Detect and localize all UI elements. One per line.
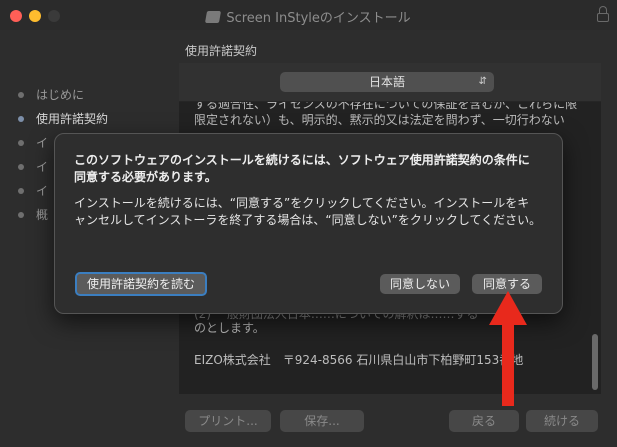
- step-dot-icon: [18, 212, 24, 218]
- agreement-dialog: このソフトウェアのインストールを続けるには、ソフトウェア使用許諾契約の条件に 同…: [54, 133, 563, 314]
- language-select-value: 日本語: [368, 75, 405, 89]
- step-introduction: はじめに: [18, 86, 108, 110]
- step-license: 使用許諾契約: [18, 110, 108, 134]
- window-title-container: Screen InStyleのインストール: [0, 7, 617, 26]
- step-label: 使用許諾契約: [36, 112, 109, 126]
- language-bar: 日本語 ⇵: [179, 63, 601, 102]
- step-dot-icon: [18, 140, 24, 146]
- arrow-up-icon: [489, 291, 527, 406]
- step-label: イ: [36, 160, 49, 174]
- chevron-updown-icon: ⇵: [478, 76, 487, 87]
- step-label: イ: [36, 136, 49, 150]
- step-dot-icon: [18, 164, 24, 170]
- continue-button[interactable]: 続ける: [526, 410, 598, 432]
- read-license-button[interactable]: 使用許諾契約を読む: [75, 272, 207, 296]
- back-button[interactable]: 戻る: [449, 410, 519, 432]
- dialog-heading-line: 同意する必要があります。: [74, 170, 217, 184]
- save-button[interactable]: 保存...: [280, 410, 364, 432]
- step-dot-icon: [18, 92, 24, 98]
- window-title: Screen InStyleのインストール: [226, 11, 411, 26]
- disagree-button[interactable]: 同意しない: [380, 274, 460, 294]
- step-dot-icon: [18, 116, 24, 122]
- red-arrow-annotation: [489, 291, 527, 406]
- step-label: イ: [36, 184, 49, 198]
- step-label: 概: [36, 208, 49, 222]
- license-line: のとします。: [194, 321, 265, 335]
- dialog-body-line: ャンセルしてインストーラを終了する場合は、“同意しない”をクリックしてください。: [74, 213, 542, 227]
- license-line: EIZO株式会社 〒924-8566 石川県白山市下柏野町153番地: [194, 353, 524, 367]
- package-icon: [205, 11, 222, 23]
- title-bar: Screen InStyleのインストール: [0, 0, 617, 30]
- step-dot-icon: [18, 188, 24, 194]
- scrollbar-thumb[interactable]: [592, 334, 598, 390]
- lock-icon: [597, 6, 609, 22]
- installer-window: Screen InStyleのインストール 使用許諾契約 はじめに 使用許諾契約…: [0, 0, 617, 447]
- license-line: 限定されない）も、明示的、黙示的又は法定を問わず、一切行わない: [194, 113, 565, 127]
- language-select[interactable]: 日本語 ⇵: [280, 72, 494, 92]
- print-button[interactable]: プリント...: [185, 410, 271, 432]
- dialog-body-line: インストールを続けるには、“同意する”をクリックしてください。インストールをキ: [74, 196, 530, 210]
- page-title: 使用許諾契約: [185, 44, 258, 58]
- license-line: する適合性、ライセンスの不存在についての保証を含むが、これらに限: [194, 102, 578, 111]
- dialog-heading-line: このソフトウェアのインストールを続けるには、ソフトウェア使用許諾契約の条件に: [74, 153, 530, 167]
- license-scrollbar[interactable]: [591, 104, 599, 392]
- step-label: はじめに: [36, 88, 85, 102]
